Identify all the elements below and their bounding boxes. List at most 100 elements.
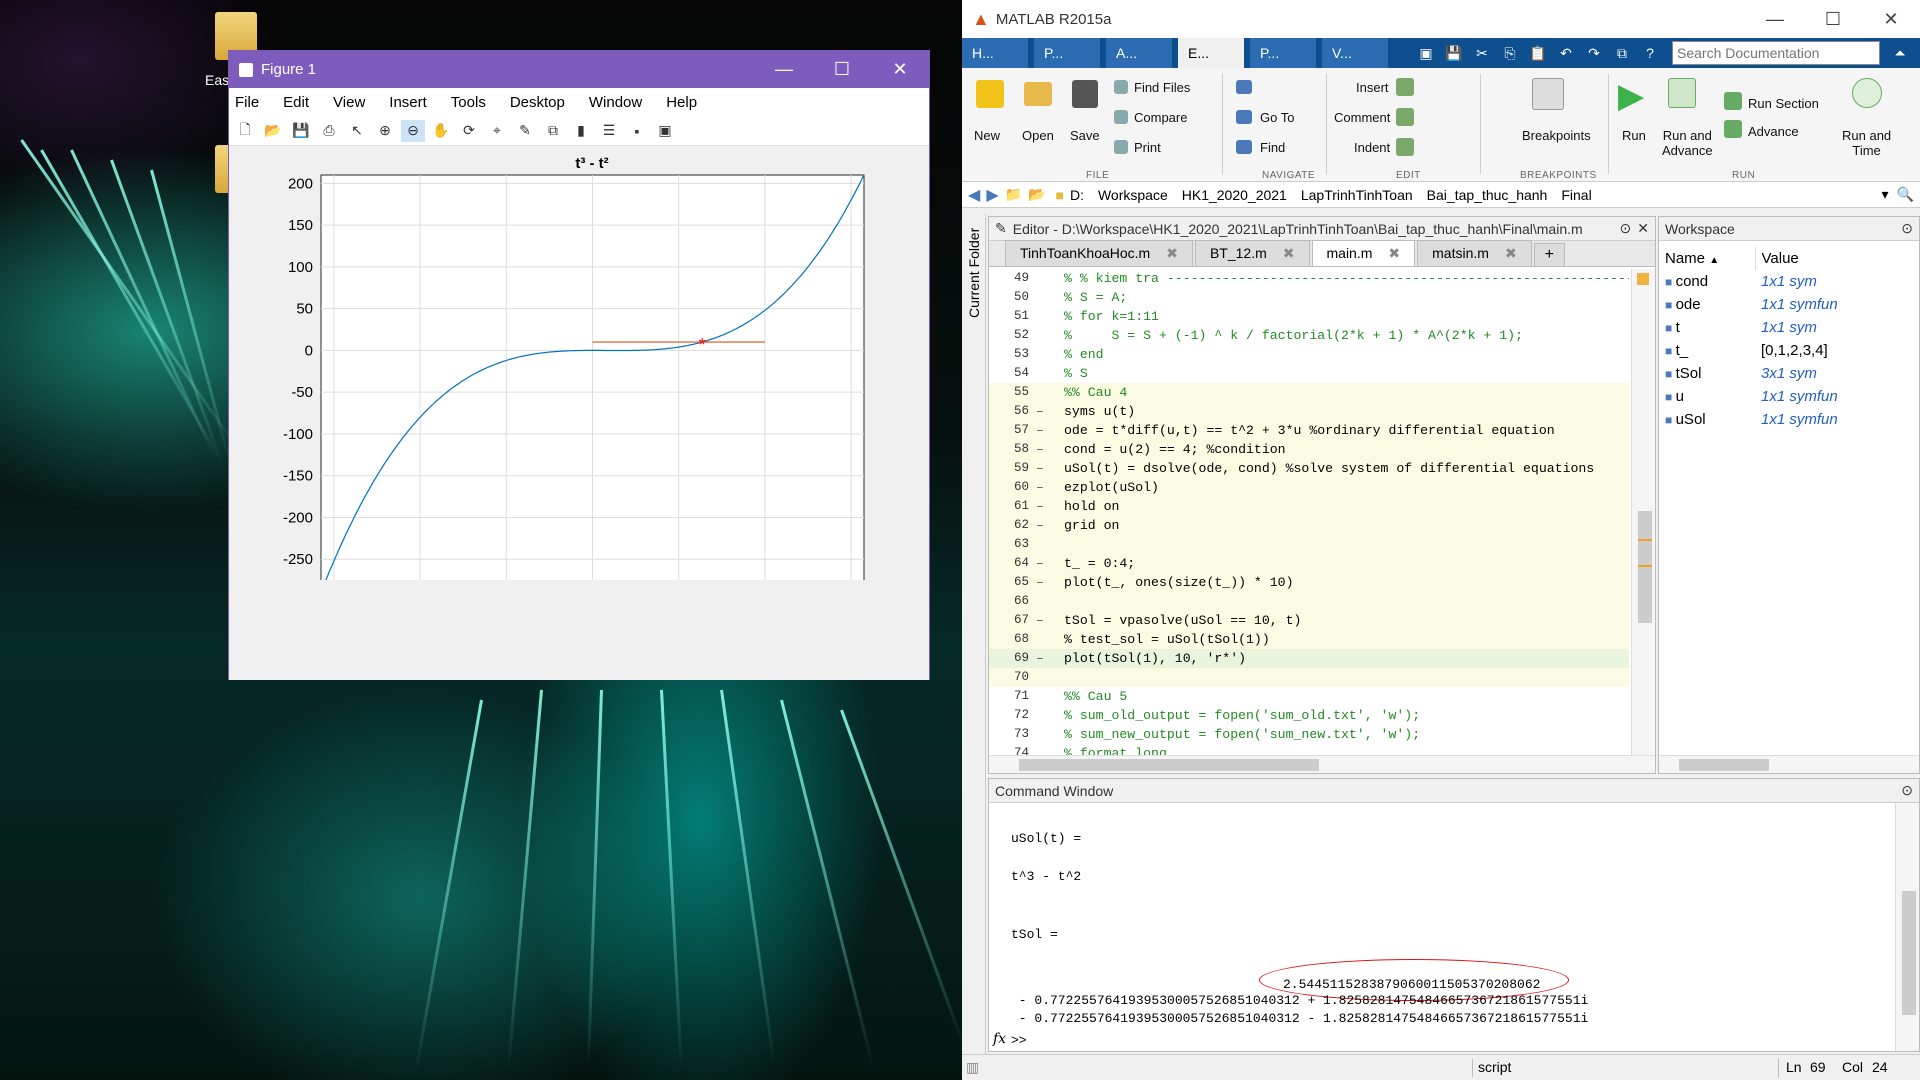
pane-options-icon[interactable]: ⊙	[1901, 782, 1913, 799]
minimize-button[interactable]: —	[1746, 1, 1804, 38]
menu-view[interactable]: View	[333, 94, 365, 111]
pane-options-icon[interactable]: ⊙	[1620, 220, 1632, 237]
code-line[interactable]: 52 % S = S + (-1) ^ k / factorial(2*k + 1…	[989, 326, 1629, 345]
redo-icon[interactable]: ↷	[1582, 42, 1606, 64]
code-line[interactable]: 71 %% Cau 5	[989, 687, 1629, 706]
menu-window[interactable]: Window	[589, 94, 642, 111]
run-and-time-icon[interactable]	[1852, 78, 1882, 108]
undo-icon[interactable]: ↶	[1554, 42, 1578, 64]
menu-file[interactable]: File	[235, 94, 259, 111]
new-figure-icon[interactable]: 🗋	[233, 120, 257, 142]
cut-icon[interactable]: ✂	[1470, 42, 1494, 64]
code-line[interactable]: 67– tSol = vpasolve(uSol == 10, t)	[989, 611, 1629, 630]
code-line[interactable]: 56– syms u(t)	[989, 402, 1629, 421]
code-line[interactable]: 58– cond = u(2) == 4; %condition	[989, 440, 1629, 459]
workspace-row[interactable]: ■ tSol 3x1 sym	[1659, 362, 1919, 385]
zoom-in-icon[interactable]: ⊕	[373, 120, 397, 142]
breadcrumb-workspace[interactable]: Workspace	[1098, 187, 1168, 203]
code-line[interactable]: 64– t_ = 0:4;	[989, 554, 1629, 573]
close-pane-icon[interactable]: ✕	[1637, 220, 1649, 237]
warning-mark[interactable]	[1638, 565, 1652, 567]
comment-button[interactable]: Comment	[1334, 110, 1390, 125]
column-header-value[interactable]: Value	[1755, 247, 1919, 270]
comment-icon[interactable]	[1396, 108, 1414, 126]
figure-window[interactable]: Figure 1 — ☐ ✕ File Edit View Insert Too…	[228, 50, 930, 680]
pointer-icon[interactable]: ↖	[345, 120, 369, 142]
code-line[interactable]: 51 % for k=1:11	[989, 307, 1629, 326]
print-button[interactable]: Print	[1134, 140, 1161, 155]
close-tab-icon[interactable]: ✖	[1283, 245, 1295, 262]
code-line[interactable]: 50 % S = A;	[989, 288, 1629, 307]
help-icon[interactable]: ?	[1638, 42, 1662, 64]
code-area[interactable]: 49 % % kiem tra -------------------------…	[989, 269, 1629, 755]
scrollbar-thumb[interactable]	[1638, 511, 1652, 623]
breadcrumb-final[interactable]: Final	[1561, 187, 1591, 203]
code-line[interactable]: 57– ode = t*diff(u,t) == t^2 + 3*u %ordin…	[989, 421, 1629, 440]
breadcrumb-exercises[interactable]: Bai_tap_thuc_hanh	[1427, 187, 1548, 203]
command-window[interactable]: Command Window ⊙ uSol(t) = t^3 - t^2 tSo…	[988, 778, 1920, 1052]
breakpoint-marker[interactable]: –	[1036, 611, 1044, 630]
print-icon[interactable]: ⎙	[317, 120, 341, 142]
search-icon[interactable]: 🔍	[1897, 186, 1914, 203]
tab-file[interactable]: matsin.m ✖	[1417, 240, 1532, 266]
pane-options-icon[interactable]: ⊙	[1901, 220, 1913, 237]
go-to-button[interactable]: Go To	[1260, 110, 1294, 125]
workspace-row[interactable]: ■ t_ [0,1,2,3,4]	[1659, 339, 1919, 362]
tab-apps[interactable]: A...	[1106, 38, 1172, 68]
code-line[interactable]: 69– plot(tSol(1), 10, 'r*')	[989, 649, 1629, 668]
legend-icon[interactable]: ☰	[597, 120, 621, 142]
menu-insert[interactable]: Insert	[389, 94, 427, 111]
chevron-down-icon[interactable]: ▾	[1882, 186, 1889, 203]
save-icon[interactable]: 💾	[1442, 42, 1466, 64]
scrollbar-thumb[interactable]	[1019, 759, 1319, 771]
code-line[interactable]: 63	[989, 535, 1629, 554]
open-icon[interactable]	[1024, 82, 1052, 106]
breakpoint-marker[interactable]: –	[1036, 573, 1044, 592]
maximize-button[interactable]: ☐	[813, 51, 871, 88]
maximize-button[interactable]: ☐	[1804, 1, 1862, 38]
scrollbar-thumb[interactable]	[1902, 891, 1916, 1015]
breakpoints-icon[interactable]	[1532, 78, 1564, 110]
breakpoint-marker[interactable]: –	[1036, 402, 1044, 421]
search-documentation-input[interactable]	[1672, 41, 1880, 65]
up-folder-icon[interactable]: 📁	[1005, 186, 1022, 203]
menu-tools[interactable]: Tools	[451, 94, 486, 111]
code-line[interactable]: 74 % format long	[989, 744, 1629, 755]
breakpoint-marker[interactable]: –	[1036, 554, 1044, 573]
scrollbar-thumb[interactable]	[1679, 759, 1769, 771]
workspace-row[interactable]: ■ uSol 1x1 symfun	[1659, 408, 1919, 431]
switch-windows-icon[interactable]: ⧉	[1610, 42, 1634, 64]
close-tab-icon[interactable]: ✖	[1505, 245, 1517, 262]
code-analyzer-indicator[interactable]	[1637, 273, 1649, 285]
code-line[interactable]: 60– ezplot(uSol)	[989, 478, 1629, 497]
zoom-out-icon[interactable]: ⊖	[401, 119, 425, 142]
run-and-advance-button[interactable]: Run and Advance	[1662, 128, 1713, 158]
tab-home[interactable]: H...	[962, 38, 1028, 68]
code-line[interactable]: 66	[989, 592, 1629, 611]
collapse-toolstrip-icon[interactable]: ⏶	[1888, 42, 1912, 64]
code-line[interactable]: 68 % test_sol = uSol(tSol(1))	[989, 630, 1629, 649]
close-tab-icon[interactable]: ✖	[1388, 245, 1400, 262]
workspace-row[interactable]: ■ ode 1x1 symfun	[1659, 293, 1919, 316]
link-plot-icon[interactable]: ⧉	[541, 120, 565, 142]
tab-editor[interactable]: E...	[1178, 38, 1244, 68]
breadcrumb-drive[interactable]: D:	[1070, 187, 1084, 203]
horizontal-scrollbar[interactable]	[989, 755, 1655, 773]
new-tab-button[interactable]: +	[1533, 243, 1566, 266]
run-and-advance-icon[interactable]	[1668, 78, 1696, 108]
code-line[interactable]: 59– uSol(t) = dsolve(ode, cond) %solve sy…	[989, 459, 1629, 478]
vertical-scrollbar[interactable]	[1631, 269, 1655, 755]
browse-folder-icon[interactable]: 📂	[1028, 186, 1045, 203]
code-line[interactable]: 53 % end	[989, 345, 1629, 364]
breadcrumb-semester[interactable]: HK1_2020_2021	[1182, 187, 1287, 203]
tab-file[interactable]: BT_12.m ✖	[1194, 240, 1310, 266]
close-button[interactable]: ✕	[1862, 1, 1920, 38]
data-cursor-icon[interactable]: ⌖	[485, 120, 509, 142]
vertical-scrollbar[interactable]	[1895, 803, 1919, 1051]
menu-help[interactable]: Help	[666, 94, 697, 111]
figure-titlebar[interactable]: Figure 1 — ☐ ✕	[229, 51, 929, 88]
code-line[interactable]: 65– plot(t_, ones(size(t_)) * 10)	[989, 573, 1629, 592]
command-prompt[interactable]: >>	[1011, 1033, 1027, 1048]
matlab-titlebar[interactable]: ▲ MATLAB R2015a — ☐ ✕	[962, 0, 1920, 38]
code-line[interactable]: 72 % sum_old_output = fopen('sum_old.txt'…	[989, 706, 1629, 725]
